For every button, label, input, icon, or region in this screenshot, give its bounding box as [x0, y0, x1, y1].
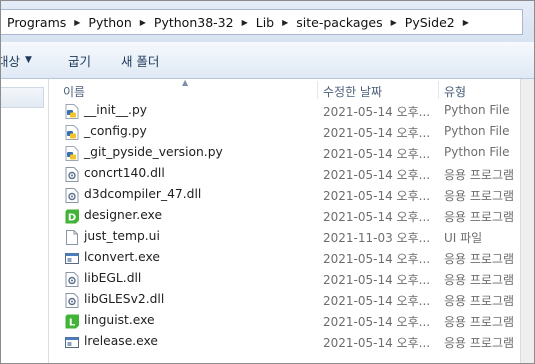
dll-file-icon [65, 293, 79, 308]
file-modified-date: 2021-11-03 오후... [323, 231, 431, 245]
file-type: 응용 프로그램 [444, 189, 515, 203]
file-type: Python File [444, 145, 510, 159]
file-modified-date: 2021-05-14 오후... [323, 336, 431, 350]
breadcrumb-separator-icon[interactable]: ▶ [234, 18, 250, 27]
column-divider[interactable] [438, 81, 439, 99]
breadcrumb-separator-icon[interactable]: ▶ [132, 18, 148, 27]
file-row[interactable]: libGLESv2.dll 2021-05-14 오후... 응용 프로그램 [49, 290, 519, 311]
file-name: lrelease.exe [84, 334, 158, 348]
breadcrumb-separator-icon[interactable]: ▶ [455, 18, 471, 27]
file-modified-date: 2021-05-14 오후... [323, 168, 431, 182]
file-modified-date: 2021-05-14 오후... [323, 126, 431, 140]
breadcrumb-item[interactable]: site-packages [290, 15, 382, 30]
file-row[interactable]: __init__.py 2021-05-14 오후... Python File [49, 101, 519, 122]
dll-file-icon [65, 272, 79, 287]
file-type: 응용 프로그램 [444, 294, 515, 308]
file-modified-date: 2021-05-14 오후... [323, 147, 431, 161]
file-modified-date: 2021-05-14 오후... [323, 189, 431, 203]
file-name: lconvert.exe [84, 250, 160, 264]
file-row[interactable]: _git_pyside_version.py 2021-05-14 오후... Py… [49, 143, 519, 164]
file-type: 응용 프로그램 [444, 315, 515, 329]
file-modified-date: 2021-05-14 오후... [323, 273, 431, 287]
organize-button[interactable]: 대상 ▼ [1, 51, 42, 70]
file-name: __init__.py [84, 103, 148, 117]
file-name: designer.exe [84, 208, 163, 222]
file-row[interactable]: Ddesigner.exe 2021-05-14 오후... 응용 프로그램 [49, 206, 519, 227]
breadcrumb-separator-icon[interactable]: ▶ [383, 18, 399, 27]
breadcrumb-separator-icon[interactable]: ▶ [274, 18, 290, 27]
exe-window-icon [65, 335, 79, 350]
file-type: Python File [444, 124, 510, 138]
column-header-date[interactable]: 수정한 날짜 [323, 83, 382, 100]
file-name: _git_pyside_version.py [84, 145, 223, 159]
file-row[interactable]: concrt140.dll 2021-05-14 오후... 응용 프로그램 [49, 164, 519, 185]
file-name: linguist.exe [84, 313, 155, 327]
file-modified-date: 2021-05-14 오후... [323, 105, 431, 119]
breadcrumb[interactable]: Programs ▶ Python ▶ Python38-32 ▶ Lib ▶ site-pac… [1, 9, 523, 35]
file-type: 응용 프로그램 [444, 252, 515, 266]
file-name: just_temp.ui [84, 229, 160, 243]
new-folder-label: 새 폴더 [120, 53, 160, 69]
sort-ascending-icon: ▲ [182, 78, 189, 87]
breadcrumb-item[interactable]: PySide2 [399, 15, 455, 30]
file-row[interactable]: libEGL.dll 2021-05-14 오후... 응용 프로그램 [49, 269, 519, 290]
python-file-icon [65, 125, 79, 140]
breadcrumb-item[interactable]: Lib [250, 15, 274, 30]
breadcrumb-item[interactable]: Python38-32 [148, 15, 234, 30]
organize-label: 대상 [1, 53, 21, 69]
file-modified-date: 2021-05-14 오후... [323, 210, 431, 224]
explorer-window: Programs ▶ Python ▶ Python38-32 ▶ Lib ▶ site-pac… [0, 0, 535, 364]
designer-app-icon: D [65, 209, 79, 224]
svg-text:D: D [68, 213, 76, 224]
file-name: libEGL.dll [84, 271, 142, 285]
file-row[interactable]: just_temp.ui 2021-11-03 오후... UI 파일 [49, 227, 519, 248]
new-folder-button[interactable]: 새 폴더 [111, 51, 169, 70]
exe-window-icon [65, 251, 79, 266]
file-row[interactable]: _config.py 2021-05-14 오후... Python File [49, 122, 519, 143]
nav-selected-item[interactable] [1, 87, 44, 108]
file-type: 응용 프로그램 [444, 210, 515, 224]
dll-file-icon [65, 188, 79, 203]
file-row[interactable]: d3dcompiler_47.dll 2021-05-14 오후... 응용 프로그… [49, 185, 519, 206]
column-divider[interactable] [317, 81, 318, 99]
burn-label: 굽기 [67, 53, 91, 69]
file-row[interactable]: Llinguist.exe 2021-05-14 오후... 응용 프로그램 [49, 311, 519, 332]
blank-file-icon [65, 230, 79, 245]
file-row[interactable]: lconvert.exe 2021-05-14 오후... 응용 프로그램 [49, 248, 519, 269]
breadcrumb-item[interactable]: Python [82, 15, 131, 30]
python-file-icon [65, 146, 79, 161]
file-name: concrt140.dll [84, 166, 165, 180]
svg-text:L: L [69, 318, 76, 329]
file-list: __init__.py 2021-05-14 오후... Python File _c… [49, 101, 519, 353]
address-bar-area: Programs ▶ Python ▶ Python38-32 ▶ Lib ▶ site-pac… [1, 1, 534, 42]
file-row[interactable]: lrelease.exe 2021-05-14 오후... 응용 프로그램 [49, 332, 519, 353]
chevron-down-icon: ▼ [25, 55, 32, 65]
column-headers: 이름 ▲ 수정한 날짜 유형 [49, 78, 534, 101]
file-type: UI 파일 [444, 231, 483, 245]
file-modified-date: 2021-05-14 오후... [323, 294, 431, 308]
vertical-scrollbar[interactable] [520, 79, 534, 363]
file-name: d3dcompiler_47.dll [84, 187, 202, 201]
file-modified-date: 2021-05-14 오후... [323, 252, 431, 266]
navigation-pane [1, 79, 49, 363]
file-type: Python File [444, 103, 510, 117]
burn-button[interactable]: 굽기 [58, 51, 101, 70]
dll-file-icon [65, 167, 79, 182]
python-file-icon [65, 104, 79, 119]
breadcrumb-separator-icon[interactable]: ▶ [66, 18, 82, 27]
column-header-type[interactable]: 유형 [444, 83, 466, 100]
breadcrumb-item[interactable]: Programs [1, 15, 66, 30]
column-header-name[interactable]: 이름 [63, 83, 85, 100]
file-type: 응용 프로그램 [444, 168, 515, 182]
file-name: _config.py [84, 124, 147, 138]
linguist-app-icon: L [65, 314, 79, 329]
file-modified-date: 2021-05-14 오후... [323, 315, 431, 329]
file-type: 응용 프로그램 [444, 273, 515, 287]
command-toolbar: 대상 ▼ 굽기 새 폴더 [1, 42, 534, 79]
file-name: libGLESv2.dll [84, 292, 165, 306]
file-type: 응용 프로그램 [444, 336, 515, 350]
